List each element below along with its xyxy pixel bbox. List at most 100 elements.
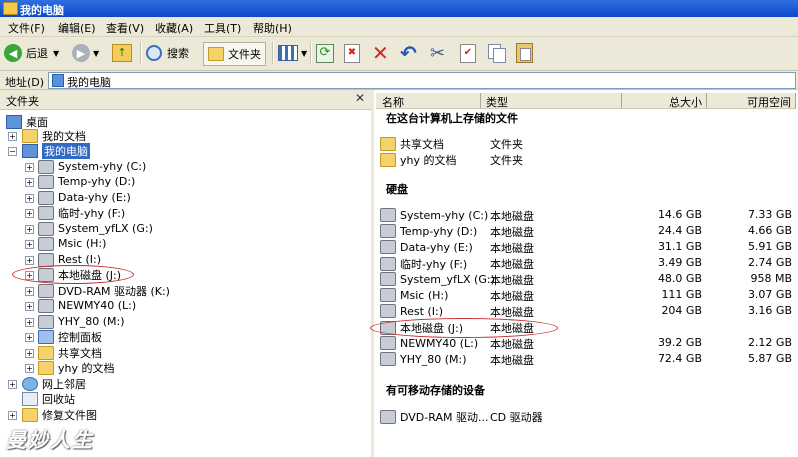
menu-tools[interactable]: 工具(T)	[204, 20, 241, 36]
up-folder-button[interactable]: ↑	[112, 41, 132, 65]
expand-icon[interactable]: +	[25, 287, 34, 296]
menu-favorites[interactable]: 收藏(A)	[155, 20, 193, 36]
column-header-total[interactable]: 总大小	[622, 93, 707, 109]
column-header-name[interactable]: 名称	[376, 93, 481, 109]
tree-item-drive-g[interactable]: System_yfLX (G:)	[38, 221, 153, 236]
tree-item-drive-d[interactable]: Temp-yhy (D:)	[38, 174, 135, 189]
tree-item-my-documents[interactable]: 我的文档	[22, 128, 86, 143]
tree-item-shared-docs[interactable]: 共享文档	[38, 345, 102, 360]
expand-icon[interactable]: +	[25, 318, 34, 327]
expand-icon[interactable]: +	[25, 349, 34, 358]
drive-icon	[38, 205, 54, 220]
dvd-icon	[380, 410, 396, 424]
expand-icon[interactable]: +	[25, 333, 34, 342]
drive-icon	[38, 298, 54, 313]
properties-button[interactable]: ✔	[460, 41, 476, 65]
expand-icon[interactable]: +	[25, 194, 34, 203]
group-header-removable: 有可移动存储的设备	[386, 384, 485, 397]
folders-label: 文件夹	[228, 48, 261, 61]
expand-icon[interactable]: +	[25, 256, 34, 265]
expand-icon[interactable]: +	[25, 225, 34, 234]
expand-icon[interactable]: +	[25, 209, 34, 218]
expand-icon[interactable]: +	[8, 380, 17, 389]
undo-icon: ↶	[400, 41, 417, 65]
expand-icon[interactable]: +	[25, 364, 34, 373]
folders-button[interactable]: 文件夹	[203, 42, 266, 66]
drive-icon	[380, 240, 396, 254]
drive-icon	[38, 314, 54, 329]
expand-icon[interactable]: +	[25, 163, 34, 172]
menu-file[interactable]: 文件(F)	[8, 20, 45, 36]
paste-button[interactable]	[516, 41, 533, 65]
list-item[interactable]: NEWMY40 (L:) 本地磁盘 39.2 GB 2.12 GB	[380, 336, 794, 351]
list-item[interactable]: Msic (H:) 本地磁盘 111 GB 3.07 GB	[380, 288, 794, 303]
sync-button[interactable]: ⟳	[316, 41, 334, 65]
folders-pane-title: 文件夹	[6, 95, 39, 108]
drive-icon	[38, 252, 54, 267]
drive-icon	[380, 336, 396, 350]
forward-button[interactable]: ▶ ▼	[72, 41, 99, 65]
expand-icon[interactable]: +	[25, 302, 34, 311]
list-item[interactable]: System_yfLX (G:) 本地磁盘 48.0 GB 958 MB	[380, 272, 794, 287]
drive-icon	[380, 352, 396, 366]
menu-edit[interactable]: 编辑(E)	[58, 20, 96, 36]
list-item[interactable]: 临时-yhy (F:) 本地磁盘 3.49 GB 2.74 GB	[380, 256, 794, 271]
list-item[interactable]: DVD-RAM 驱动... CD 驱动器	[380, 409, 794, 424]
tree-item-control-panel[interactable]: 控制面板	[38, 329, 102, 344]
tree-item-my-computer[interactable]: 我的电脑	[22, 142, 90, 159]
scissors-icon: ✂	[430, 42, 446, 64]
address-input[interactable]: 我的电脑	[48, 72, 796, 89]
column-header-free[interactable]: 可用空间	[707, 93, 796, 109]
delete-file-button[interactable]: ✖	[344, 41, 360, 65]
expand-icon[interactable]: +	[8, 411, 17, 420]
list-item[interactable]: Rest (I:) 本地磁盘 204 GB 3.16 GB	[380, 304, 794, 319]
collapse-icon[interactable]: −	[8, 147, 17, 156]
tree-item-drive-m[interactable]: YHY_80 (M:)	[38, 314, 124, 329]
drive-icon	[38, 190, 54, 205]
forward-arrow-icon: ▶	[72, 44, 90, 62]
tree-item-repair-folder[interactable]: 修复文件图	[22, 407, 97, 422]
list-item[interactable]: Temp-yhy (D:) 本地磁盘 24.4 GB 4.66 GB	[380, 224, 794, 239]
undo-button[interactable]: ↶	[400, 41, 417, 65]
tree-item-drive-c[interactable]: System-yhy (C:)	[38, 159, 146, 174]
back-arrow-icon: ◀	[4, 44, 22, 62]
tree-item-drive-l[interactable]: NEWMY40 (L:)	[38, 298, 136, 313]
back-button[interactable]: ◀ 后退 ▼	[4, 41, 59, 65]
expand-icon[interactable]: +	[25, 240, 34, 249]
properties-icon: ✔	[460, 43, 476, 63]
expand-icon[interactable]: +	[25, 178, 34, 187]
column-header-type[interactable]: 类型	[481, 93, 622, 109]
menu-help[interactable]: 帮助(H)	[253, 20, 292, 36]
views-button[interactable]: ▼	[278, 41, 307, 65]
folders-pane-header: 文件夹 ✕	[0, 90, 371, 110]
tree-item-drive-f[interactable]: 临时-yhy (F:)	[38, 205, 125, 220]
drive-icon	[38, 174, 54, 189]
list-item[interactable]: System-yhy (C:) 本地磁盘 14.6 GB 7.33 GB	[380, 208, 794, 223]
list-item[interactable]: YHY_80 (M:) 本地磁盘 72.4 GB 5.87 GB	[380, 352, 794, 367]
menu-view[interactable]: 查看(V)	[106, 20, 144, 36]
drive-icon	[38, 236, 54, 251]
views-icon	[278, 45, 298, 61]
paste-icon	[516, 43, 533, 63]
list-item[interactable]: 共享文档 文件夹	[380, 136, 794, 151]
delete-button[interactable]: ✕	[372, 41, 389, 65]
tree-item-drive-h[interactable]: Msic (H:)	[38, 236, 106, 251]
cut-button[interactable]: ✂	[430, 41, 445, 65]
tree-item-drive-k[interactable]: DVD-RAM 驱动器 (K:)	[38, 283, 170, 298]
watermark: 曼妙人生	[6, 428, 94, 452]
desktop-icon	[6, 114, 22, 129]
list-item[interactable]: yhy 的文档 文件夹	[380, 152, 794, 167]
drive-icon	[380, 208, 396, 222]
copy-button[interactable]	[488, 41, 506, 65]
up-folder-icon: ↑	[112, 44, 132, 62]
tree-item-recycle-bin[interactable]: 回收站	[22, 391, 75, 406]
tree-item-drive-e[interactable]: Data-yhy (E:)	[38, 190, 131, 205]
close-icon[interactable]: ✕	[355, 91, 365, 105]
list-item[interactable]: Data-yhy (E:) 本地磁盘 31.1 GB 5.91 GB	[380, 240, 794, 255]
tree-item-yhy-docs[interactable]: yhy 的文档	[38, 360, 115, 375]
expand-icon[interactable]: +	[8, 132, 17, 141]
back-label: 后退	[26, 47, 48, 60]
tree-item-network[interactable]: 网上邻居	[22, 376, 86, 391]
search-button[interactable]: 搜索	[146, 41, 189, 65]
recycle-bin-icon	[22, 391, 38, 406]
